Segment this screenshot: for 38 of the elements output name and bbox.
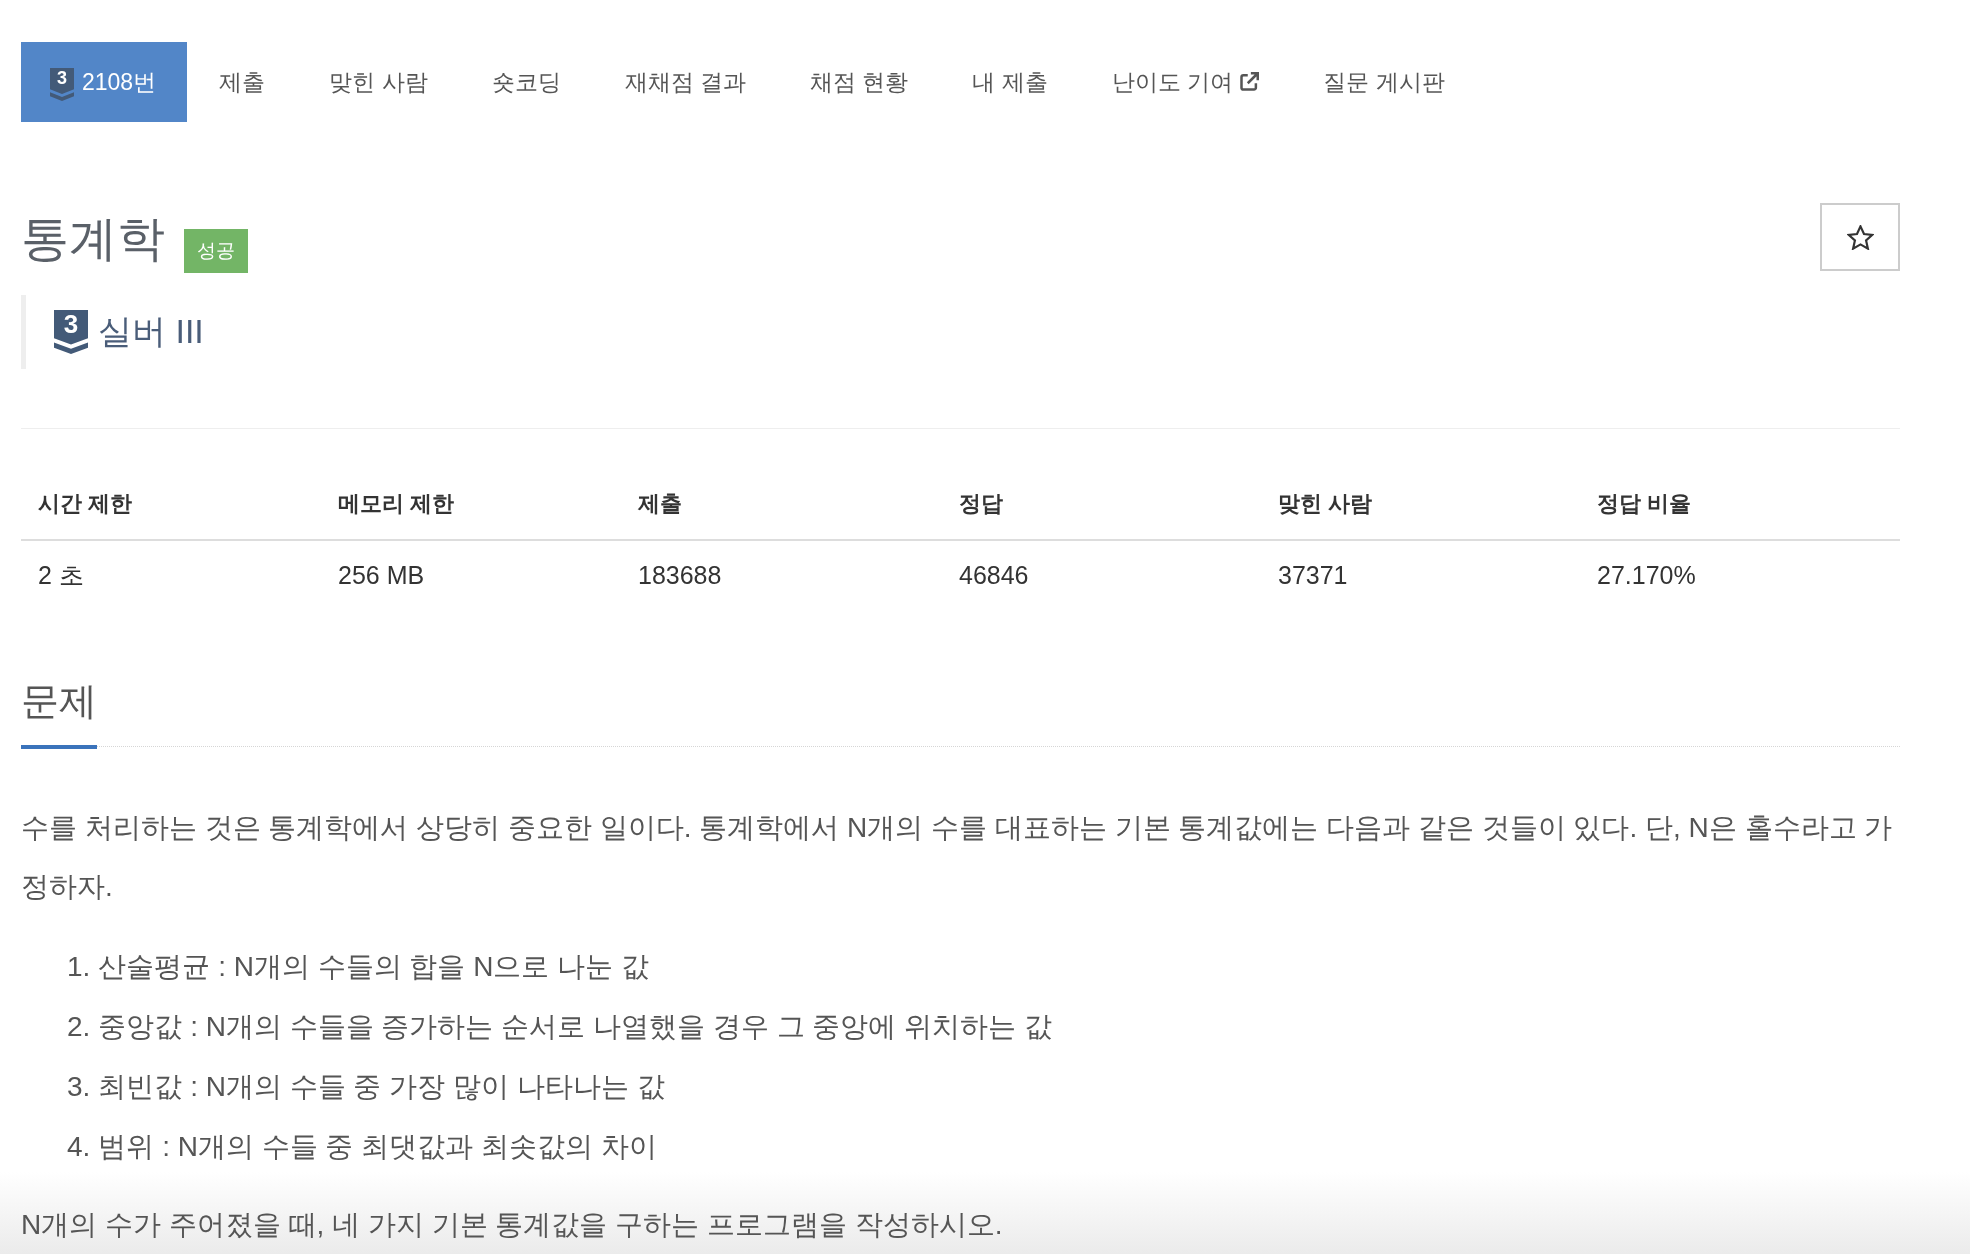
tab[interactable]: 제출 bbox=[187, 42, 298, 122]
problem-title: 통계학 bbox=[21, 211, 165, 267]
table-header-cell: 정답 bbox=[942, 469, 1261, 541]
tab[interactable]: 3 2108번 bbox=[21, 42, 188, 122]
list-number: 4. bbox=[67, 1130, 91, 1164]
table-header-cell: 메모리 제한 bbox=[321, 469, 621, 541]
list-number: 2. bbox=[67, 1010, 91, 1044]
list-number: 1. bbox=[67, 950, 91, 984]
tab[interactable]: 내 제출 bbox=[940, 42, 1080, 122]
paragraph: 수를 처리하는 것은 통계학에서 상당히 중요한 일이다. 통계학에서 N개의 수를 대표하는 기본 통계값에는 다음과 같은 것들이 있다. 단, N은 홀수라고 가정하자. bbox=[21, 811, 1894, 904]
list-item-text: 최빈값 : N개의 수들 중 가장 많이 나타나는 값 bbox=[98, 1070, 665, 1104]
table-cell-text: 256 MB bbox=[337, 560, 426, 591]
table-header-cell: 제출 bbox=[621, 469, 942, 541]
list-item-text: 중앙값 : N개의 수들을 증가하는 순서로 나열했을 경우 그 중앙에 위치하는 값 bbox=[98, 1010, 1052, 1044]
tier-link[interactable]: 실버 III bbox=[98, 309, 204, 355]
tab[interactable]: 맞힌 사람 bbox=[297, 42, 460, 122]
result-label: 성공 bbox=[184, 229, 248, 273]
table-cell-text: 183688 bbox=[637, 560, 723, 591]
section-heading: 문제 bbox=[21, 676, 97, 749]
tier-badge: 3 bbox=[54, 310, 88, 354]
table-cell-text: 27.170% bbox=[1596, 560, 1697, 591]
tab[interactable]: 숏코딩 bbox=[459, 42, 593, 122]
tab[interactable]: 재채점 결과 bbox=[592, 42, 778, 122]
tab[interactable]: 질문 게시판 bbox=[1291, 42, 1477, 122]
table-cell-text: 2 초 bbox=[37, 560, 85, 591]
list-item-text: 산술평균 : N개의 수들의 합을 N으로 나눈 값 bbox=[98, 950, 650, 984]
star-button[interactable] bbox=[1820, 203, 1900, 271]
table-cell-text: 37371 bbox=[1277, 560, 1349, 591]
list-number: 3. bbox=[67, 1070, 91, 1104]
table-cell-text: 46846 bbox=[958, 560, 1030, 591]
tab[interactable]: 채점 현황 bbox=[777, 42, 941, 122]
list-item-text: 범위 : N개의 수들 중 최댓값과 최솟값의 차이 bbox=[98, 1130, 657, 1164]
tab[interactable]: 난이도 기여 bbox=[1079, 42, 1292, 122]
table-header-cell: 맞힌 사람 bbox=[1261, 469, 1580, 541]
table-header-cell: 시간 제한 bbox=[21, 469, 321, 541]
table-header-cell: 정답 비율 bbox=[1580, 469, 1900, 541]
tier-badge: 3 bbox=[50, 67, 74, 101]
paragraph: N개의 수가 주어졌을 때, 네 가지 기본 통계값을 구하는 프로그램을 작성하시오. bbox=[21, 1208, 1004, 1242]
